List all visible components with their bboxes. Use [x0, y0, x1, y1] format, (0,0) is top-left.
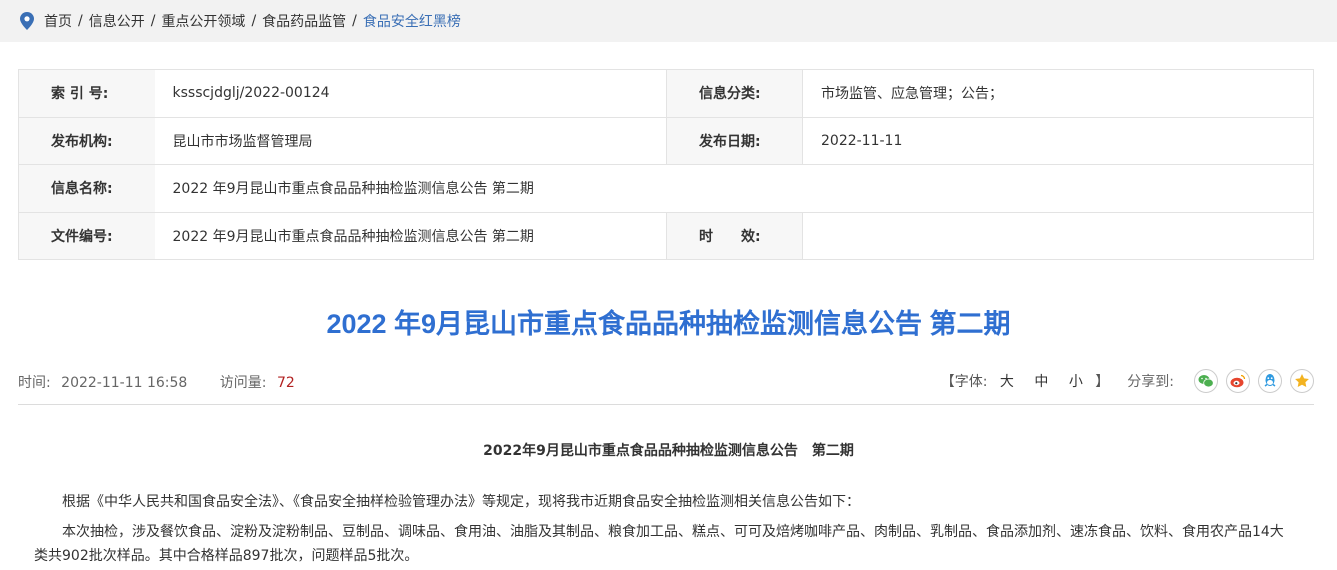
article-title: 2022 年9月昆山市重点食品品种抽检监测信息公告 第二期 [326, 309, 1011, 339]
font-medium-button[interactable]: 中 [1034, 374, 1048, 390]
breadcrumb-separator: / [150, 13, 156, 29]
index-label: 索 引 号: [18, 69, 155, 118]
breadcrumb-home-link[interactable]: 首页 [44, 11, 72, 31]
breadcrumb-bar: 首页 / 信息公开 / 重点公开领域 / 食品药品监管 / 食品安全红黑榜 [0, 0, 1337, 42]
visits-label: 访问量: [219, 375, 267, 391]
article-tools: 【字体: 大 中 小 】 分享到: [941, 369, 1314, 393]
article-subtitle: 2022年9月昆山市重点食品品种抽检监测信息公告 第二期 [483, 443, 854, 459]
date-value: 2022-11-11 [802, 116, 1314, 165]
paragraph-continuation: 类共902批次样品。其中合格样品897批次，问题样品5批次。 [34, 548, 419, 564]
qq-icon[interactable] [1258, 369, 1282, 393]
meta-row: 信息名称: 2022 年9月昆山市重点食品品种抽检监测信息公告 第二期 [18, 164, 1314, 213]
meta-row: 索 引 号: ksssсjdglj/2022-00124 信息分类: 市场监管、… [18, 69, 1314, 118]
index-value: ksssсjdglj/2022-00124 [154, 69, 667, 118]
article-meta: 时间: 2022-11-11 16:58 访问量: 72 [18, 372, 301, 392]
breadcrumb: 首页 / 信息公开 / 重点公开领域 / 食品药品监管 / 食品安全红黑榜 [44, 11, 461, 31]
font-size-control: 【字体: 大 中 小 】 [941, 371, 1110, 391]
breadcrumb-food-drug-link[interactable]: 食品药品监管 [262, 11, 346, 31]
article-body: 2022年9月昆山市重点食品品种抽检监测信息公告 第二期 根据《中华人民共和国食… [0, 440, 1337, 568]
breadcrumb-separator: / [251, 13, 257, 29]
visits-count: 72 [276, 375, 295, 391]
validity-label: 时 效: [666, 211, 803, 260]
time-label: 时间: [18, 375, 51, 391]
font-size-open: 【字体: [940, 374, 988, 390]
breadcrumb-separator: / [352, 13, 357, 29]
breadcrumb-key-areas-link[interactable]: 重点公开领域 [161, 11, 245, 31]
doc-number-label: 文件编号: [18, 211, 155, 260]
time-value: 2022-11-11 16:58 [61, 375, 188, 391]
breadcrumb-current-link[interactable]: 食品安全红黑榜 [363, 11, 461, 31]
meta-row: 发布机构: 昆山市市场监督管理局 发布日期: 2022-11-11 [18, 116, 1314, 165]
doc-number-value: 2022 年9月昆山市重点食品品种抽检监测信息公告 第二期 [154, 211, 667, 260]
date-label: 发布日期: [666, 116, 803, 165]
wechat-icon[interactable] [1194, 369, 1218, 393]
publisher-label: 发布机构: [18, 116, 155, 165]
font-large-button[interactable]: 大 [1000, 374, 1014, 390]
share-label: 分享到: [1127, 374, 1174, 390]
paragraph: 本次抽检，涉及餐饮食品、淀粉及淀粉制品、豆制品、调味品、食用油、油脂及其制品、粮… [62, 524, 1284, 540]
publisher-value: 昆山市市场监督管理局 [154, 116, 667, 165]
meta-row: 文件编号: 2022 年9月昆山市重点食品品种抽检监测信息公告 第二期 时 效: [18, 211, 1314, 260]
font-size-close: 】 [1095, 374, 1110, 390]
name-value: 2022 年9月昆山市重点食品品种抽检监测信息公告 第二期 [154, 164, 1314, 213]
validity-value [802, 211, 1314, 260]
info-meta-table: 索 引 号: ksssсjdglj/2022-00124 信息分类: 市场监管、… [18, 69, 1314, 260]
article-info-bar: 时间: 2022-11-11 16:58 访问量: 72 【字体: 大 中 小 … [18, 369, 1314, 405]
category-value: 市场监管、应急管理；公告； [802, 69, 1314, 118]
category-label: 信息分类: [666, 69, 803, 118]
paragraph: 根据《中华人民共和国食品安全法》、《食品安全抽样检验管理办法》等规定，现将我市近… [62, 494, 860, 510]
weibo-icon[interactable] [1226, 369, 1250, 393]
font-small-button[interactable]: 小 [1069, 374, 1083, 390]
breadcrumb-info-public-link[interactable]: 信息公开 [89, 11, 145, 31]
breadcrumb-separator: / [78, 13, 83, 29]
location-pin-icon [20, 12, 34, 30]
qzone-star-icon[interactable] [1290, 369, 1314, 393]
name-label: 信息名称: [18, 164, 155, 213]
